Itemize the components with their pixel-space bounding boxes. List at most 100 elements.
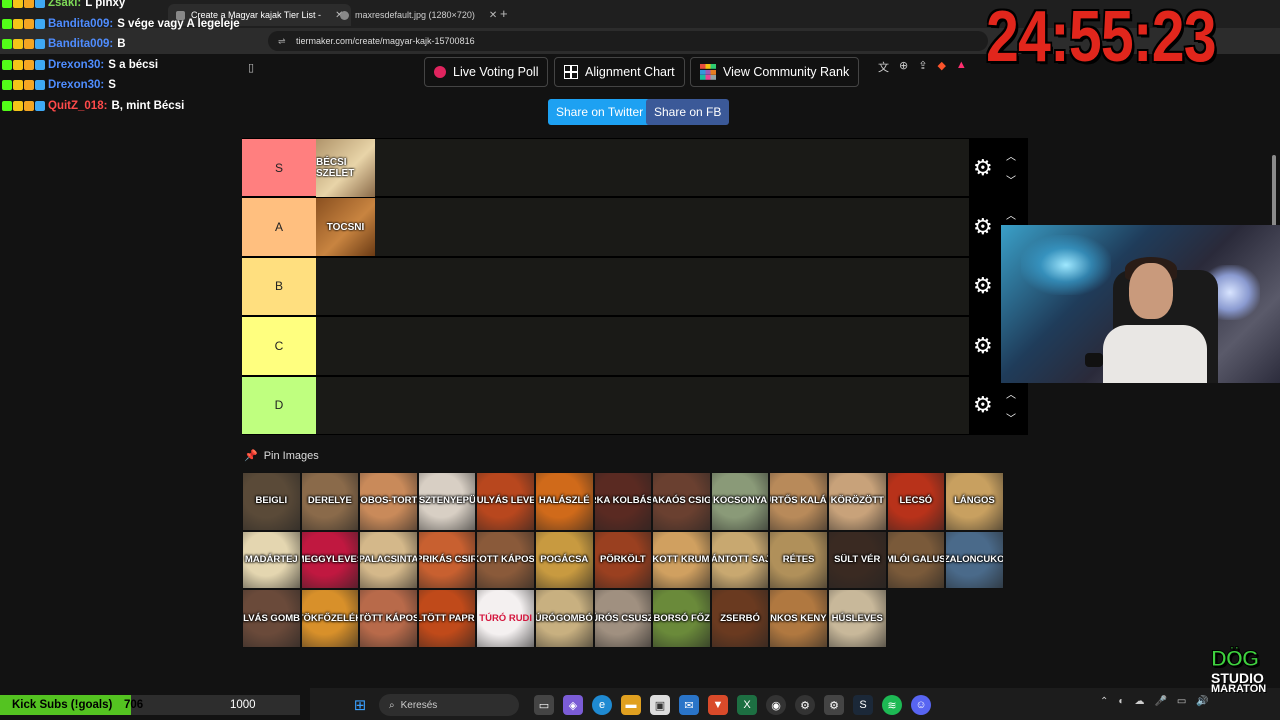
tier-label[interactable]: A [242, 198, 316, 256]
pool-image[interactable]: LÁNGOS [945, 472, 1004, 531]
steelseries-icon[interactable]: ⚙ [795, 695, 815, 715]
share-icon[interactable]: ⇪ [918, 59, 927, 75]
alignment-chart-button[interactable]: Alignment Chart [554, 57, 685, 87]
brave-icon[interactable]: ▼ [708, 695, 728, 715]
pool-image[interactable]: TÖLTÖTT PAPRIKA [417, 589, 477, 648]
pool-image[interactable]: POGÁCSA [534, 530, 594, 590]
network-icon[interactable]: ▭ [1177, 696, 1186, 707]
obs-icon[interactable]: ◉ [766, 695, 786, 715]
pool-image[interactable]: RÉTES [769, 530, 828, 590]
discord-icon[interactable]: ☺ [911, 695, 931, 715]
brave-rewards-icon[interactable]: ▲ [956, 59, 967, 75]
pool-image[interactable]: TÚRÓGOMBÓC [534, 589, 594, 648]
volume-icon[interactable]: 🔊 [1196, 696, 1208, 707]
pool-image[interactable]: MEGGYLEVES [300, 530, 360, 590]
edge-icon[interactable]: e [592, 695, 612, 715]
task-view-icon[interactable]: ▭ [534, 695, 554, 715]
settings-icon[interactable]: ⚙ [824, 695, 844, 715]
excel-icon[interactable]: X [737, 695, 757, 715]
pool-image[interactable]: RAKOTT KRUMPLI [652, 530, 711, 590]
chevron-up-icon[interactable]: ︿ [1006, 207, 1016, 222]
tier-label[interactable]: B [242, 257, 316, 316]
mail-icon[interactable]: ✉ [679, 695, 699, 715]
chevron-down-icon[interactable]: ﹀ [1006, 410, 1016, 425]
tier-label[interactable]: S [242, 139, 316, 197]
pool-image[interactable]: BEIGLI [242, 472, 301, 531]
pool-image[interactable]: KÖRÖZÖTT [827, 472, 887, 531]
chat-username[interactable]: Bandita009: [48, 18, 113, 30]
chat-username[interactable]: QuitZ_018: [48, 100, 107, 112]
bookmark-icon[interactable]: ▯ [248, 61, 254, 74]
taskbar-search[interactable]: ⌕ Keresés [379, 694, 519, 716]
pool-image[interactable]: IRKA KOLBÁSZ [593, 472, 653, 531]
chat-username[interactable]: Drexon30: [48, 79, 104, 91]
pool-image[interactable]: RÁNTOTT SAJT [710, 530, 770, 590]
chat-username[interactable]: Zsaki: [48, 0, 81, 9]
tier-item[interactable]: TOCSNI [316, 198, 375, 257]
pool-image[interactable]: SZILVÁS GOMBÓC [242, 589, 301, 648]
tray-app-icon[interactable]: ◐ [1118, 696, 1124, 707]
chevron-up-icon[interactable]: ︿ [1006, 386, 1016, 401]
gear-icon[interactable]: ⚙ [973, 215, 993, 239]
chat-username[interactable]: Drexon30: [48, 59, 104, 71]
community-rank-button[interactable]: View Community Rank [690, 57, 860, 87]
tier-item[interactable]: BÉCSI SZELET [316, 139, 375, 197]
pool-image[interactable]: MADÁRTEJ [242, 530, 301, 590]
chevron-down-icon[interactable]: ﹀ [1006, 172, 1016, 187]
chevron-up-icon[interactable]: ⌃ [1100, 696, 1108, 707]
tier-label[interactable]: D [242, 376, 316, 434]
cloud-icon[interactable]: ☁ [1134, 696, 1144, 707]
pool-image[interactable]: GULYÁS LEVES [476, 472, 535, 531]
gear-icon[interactable]: ⚙ [973, 333, 993, 358]
pool-image[interactable]: HÚSLEVES [827, 589, 887, 648]
pool-image[interactable]: FÁNKOS KENYÉR [769, 589, 828, 648]
tab-image[interactable]: maxresdefault.jpg (1280×720) ✕ [332, 4, 505, 26]
pool-image[interactable]: PÖRKÖLT [593, 530, 653, 590]
store-icon[interactable]: ▣ [650, 695, 670, 715]
chevron-up-icon[interactable]: ︿ [1006, 148, 1016, 163]
pool-image[interactable]: PALACSINTA [359, 530, 418, 590]
mic-tray-icon[interactable]: 🎤 [1154, 696, 1166, 707]
site-info-icon[interactable]: ⇌ [278, 31, 286, 51]
spotify-icon[interactable]: ≋ [882, 695, 902, 715]
pin-images-toggle[interactable]: 📌 Pin Images [244, 449, 319, 463]
pool-image[interactable]: GESZTENYEPÜRÉ [417, 472, 477, 531]
new-tab-button[interactable]: + [500, 6, 508, 21]
pool-image[interactable]: SZALONCUKOR [945, 530, 1004, 590]
share-fb-button[interactable]: Share on FB [646, 99, 730, 125]
windows-start-icon[interactable]: ⊞ [350, 695, 370, 715]
page-scrollbar[interactable] [1272, 155, 1276, 230]
file-explorer-icon[interactable]: ▬ [621, 695, 641, 715]
share-twitter-button[interactable]: Share on Twitter [548, 99, 652, 125]
translate-icon[interactable]: 文 [878, 59, 889, 75]
pool-image[interactable]: KAKAÓS CSIGA [652, 472, 711, 531]
pool-image[interactable]: TÚRÓ RUDI [476, 589, 535, 648]
pool-image[interactable]: ZSERBÓ [710, 589, 770, 648]
pool-image[interactable]: SOMLÓI GALUSKA [886, 530, 946, 590]
zoom-icon[interactable]: ⊕ [899, 59, 908, 75]
pool-image[interactable]: RAKOTT KÁPOSZTA [476, 530, 535, 590]
pool-image[interactable]: KOCSONYA [710, 472, 770, 531]
pool-image[interactable]: LECSÓ [886, 472, 946, 531]
copilot-icon[interactable]: ◈ [563, 695, 583, 715]
pool-image[interactable]: HALÁSZLÉ [534, 472, 594, 531]
pool-image[interactable]: KÜRTŐS KALÁCS [769, 472, 828, 531]
pool-image[interactable]: DOBOS-TORTA [359, 472, 418, 531]
live-voting-button[interactable]: Live Voting Poll [424, 57, 549, 87]
gear-icon[interactable]: ⚙ [973, 274, 993, 298]
pool-image[interactable]: ZÖLDBORSÓ FŐZELÉK [652, 589, 711, 648]
pool-image[interactable]: TÖLTÖTT KÁPOSZTA [359, 589, 418, 648]
brave-shield-icon[interactable]: ◆ [937, 59, 945, 75]
pool-image[interactable]: DERELYE [300, 472, 360, 531]
steam-icon[interactable]: S [853, 695, 873, 715]
pool-image[interactable]: TÖKFŐZELÉK [300, 589, 360, 648]
chat-username[interactable]: Bandita009: [48, 38, 113, 50]
close-tab-icon[interactable]: ✕ [489, 10, 497, 21]
pool-image[interactable]: SÜLT VÉR [827, 530, 887, 590]
pool-image[interactable]: PAPRIKÁS CSIRKE [417, 530, 477, 590]
pool-image[interactable]: TÚRÓS CSUSZA [593, 589, 653, 648]
tier-label[interactable]: C [242, 317, 316, 375]
url-field[interactable]: ⇌ tiermaker.com/create/magyar-kajk-15700… [268, 31, 988, 51]
gear-icon[interactable]: ⚙ [973, 393, 993, 417]
gear-icon[interactable]: ⚙ [973, 155, 993, 180]
